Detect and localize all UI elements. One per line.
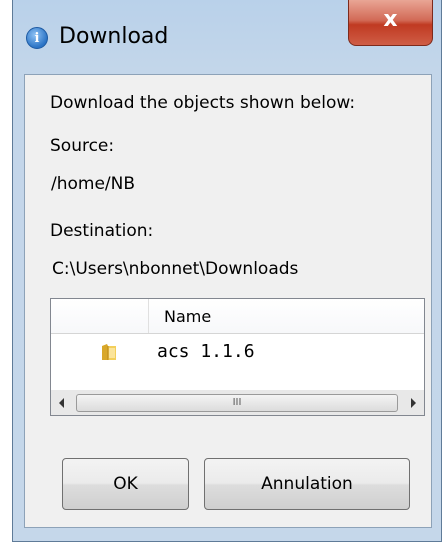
- download-dialog-window: i Download x Download the objects shown …: [12, 0, 442, 542]
- list-item[interactable]: acs 1.1.6: [51, 334, 424, 368]
- header-divider[interactable]: [148, 299, 149, 333]
- folder-icon: [102, 344, 116, 360]
- dialog-content: Download the objects shown below: Source…: [24, 74, 432, 528]
- list-header: Name: [51, 299, 424, 334]
- item-name: acs 1.1.6: [157, 341, 255, 362]
- scroll-thumb[interactable]: III: [76, 394, 398, 412]
- instruction-text: Download the objects shown below:: [50, 93, 356, 113]
- objects-list[interactable]: Name acs 1.1.6 III: [50, 298, 425, 416]
- horizontal-scrollbar[interactable]: III: [51, 390, 424, 415]
- scroll-left-arrow-icon[interactable]: [59, 398, 64, 408]
- source-label: Source:: [50, 136, 115, 156]
- destination-value: C:\Users\nbonnet\Downloads: [52, 259, 299, 279]
- cancel-button[interactable]: Annulation: [204, 458, 410, 510]
- ok-button[interactable]: OK: [62, 458, 189, 510]
- window-title: Download: [59, 24, 169, 49]
- title-bar[interactable]: i Download x: [13, 0, 441, 74]
- destination-label: Destination:: [50, 221, 154, 241]
- close-button[interactable]: x: [348, 0, 433, 46]
- scroll-right-arrow-icon[interactable]: [411, 398, 416, 408]
- column-header-name[interactable]: Name: [164, 307, 211, 326]
- source-value: /home/NB: [51, 174, 136, 194]
- info-icon: i: [26, 27, 48, 49]
